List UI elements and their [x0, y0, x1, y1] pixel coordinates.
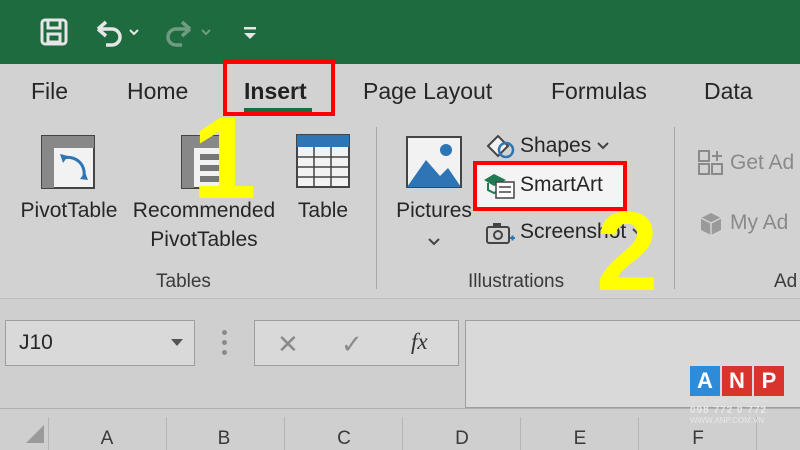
watermark-url: WWW.ANP.COM.VN [690, 416, 765, 425]
step-2-annotation: 2 [596, 189, 659, 314]
chevron-down-icon[interactable] [170, 338, 184, 348]
pictures-label: Pictures [396, 199, 472, 222]
column-header-b[interactable]: B [209, 428, 239, 450]
name-box-value: J10 [19, 331, 53, 354]
column-header-a[interactable]: A [92, 428, 122, 450]
anp-watermark: A N P MÁY TÍNH - CAMERA 098 772 0 772 WW… [690, 366, 790, 425]
column-header-c[interactable]: C [329, 428, 359, 450]
group-separator [674, 127, 675, 289]
pictures-button[interactable]: Pictures [392, 196, 476, 254]
shapes-button[interactable]: Shapes [484, 132, 614, 160]
pivottable-label: PivotTable [20, 199, 118, 222]
get-addins-label: Get Ad [730, 151, 795, 174]
save-icon[interactable] [34, 12, 74, 52]
tab-file[interactable]: File [31, 78, 68, 105]
pivottable-icon [41, 135, 95, 189]
table-button[interactable]: Table [288, 196, 358, 225]
addins-group-label: Ad [774, 271, 798, 292]
column-header-d[interactable]: D [447, 428, 477, 450]
tables-group-label: Tables [156, 271, 211, 292]
quick-access-toolbar [0, 0, 800, 64]
shapes-icon [486, 134, 515, 159]
select-all-icon[interactable] [24, 423, 46, 445]
column-header-e[interactable]: E [565, 428, 595, 450]
chevron-down-icon [597, 142, 609, 150]
watermark-letter-a: A [690, 366, 720, 396]
step-1-annotation: 1 [192, 93, 257, 223]
name-box[interactable]: J10 [5, 320, 195, 366]
formula-bar-resize-handle[interactable] [222, 330, 228, 356]
insert-function-icon[interactable]: fx [411, 329, 428, 355]
chevron-down-icon [428, 238, 440, 246]
illustrations-group-label: Illustrations [468, 271, 565, 292]
get-addins-button[interactable]: Get Ad [696, 148, 794, 178]
undo-icon[interactable] [92, 12, 144, 52]
watermark-letter-p: P [754, 366, 784, 396]
screenshot-icon [486, 223, 515, 244]
tab-formulas[interactable]: Formulas [551, 78, 647, 105]
watermark-tagline: MÁY TÍNH - CAMERA [690, 398, 768, 405]
table-label: Table [297, 199, 349, 222]
ribbon-tabs: File Home Insert Page Layout Formulas Da… [0, 64, 800, 122]
formula-buttons: ✕ ✓ fx [254, 320, 459, 366]
pictures-icon [406, 136, 462, 188]
redo-icon[interactable] [162, 12, 216, 52]
recommended-label-line2: PivotTables [150, 228, 258, 251]
cancel-icon[interactable]: ✕ [277, 329, 299, 360]
customize-qat-icon[interactable] [238, 12, 262, 52]
table-icon [296, 134, 350, 188]
enter-icon[interactable]: ✓ [341, 329, 363, 360]
tab-home[interactable]: Home [127, 78, 188, 105]
watermark-letter-n: N [722, 366, 752, 396]
my-addins-label: My Ad [730, 211, 789, 234]
tab-page-layout[interactable]: Page Layout [363, 78, 492, 105]
my-addins-icon [700, 213, 722, 235]
watermark-phone: 098 772 0 772 [690, 405, 767, 416]
column-header-f[interactable]: F [683, 428, 713, 450]
group-separator [376, 127, 377, 289]
get-addins-icon [698, 150, 723, 175]
pivottable-button[interactable]: PivotTable [14, 196, 124, 225]
my-addins-button[interactable]: My Ad [696, 208, 788, 238]
tab-data[interactable]: Data [704, 78, 753, 105]
shapes-label: Shapes [520, 134, 592, 157]
